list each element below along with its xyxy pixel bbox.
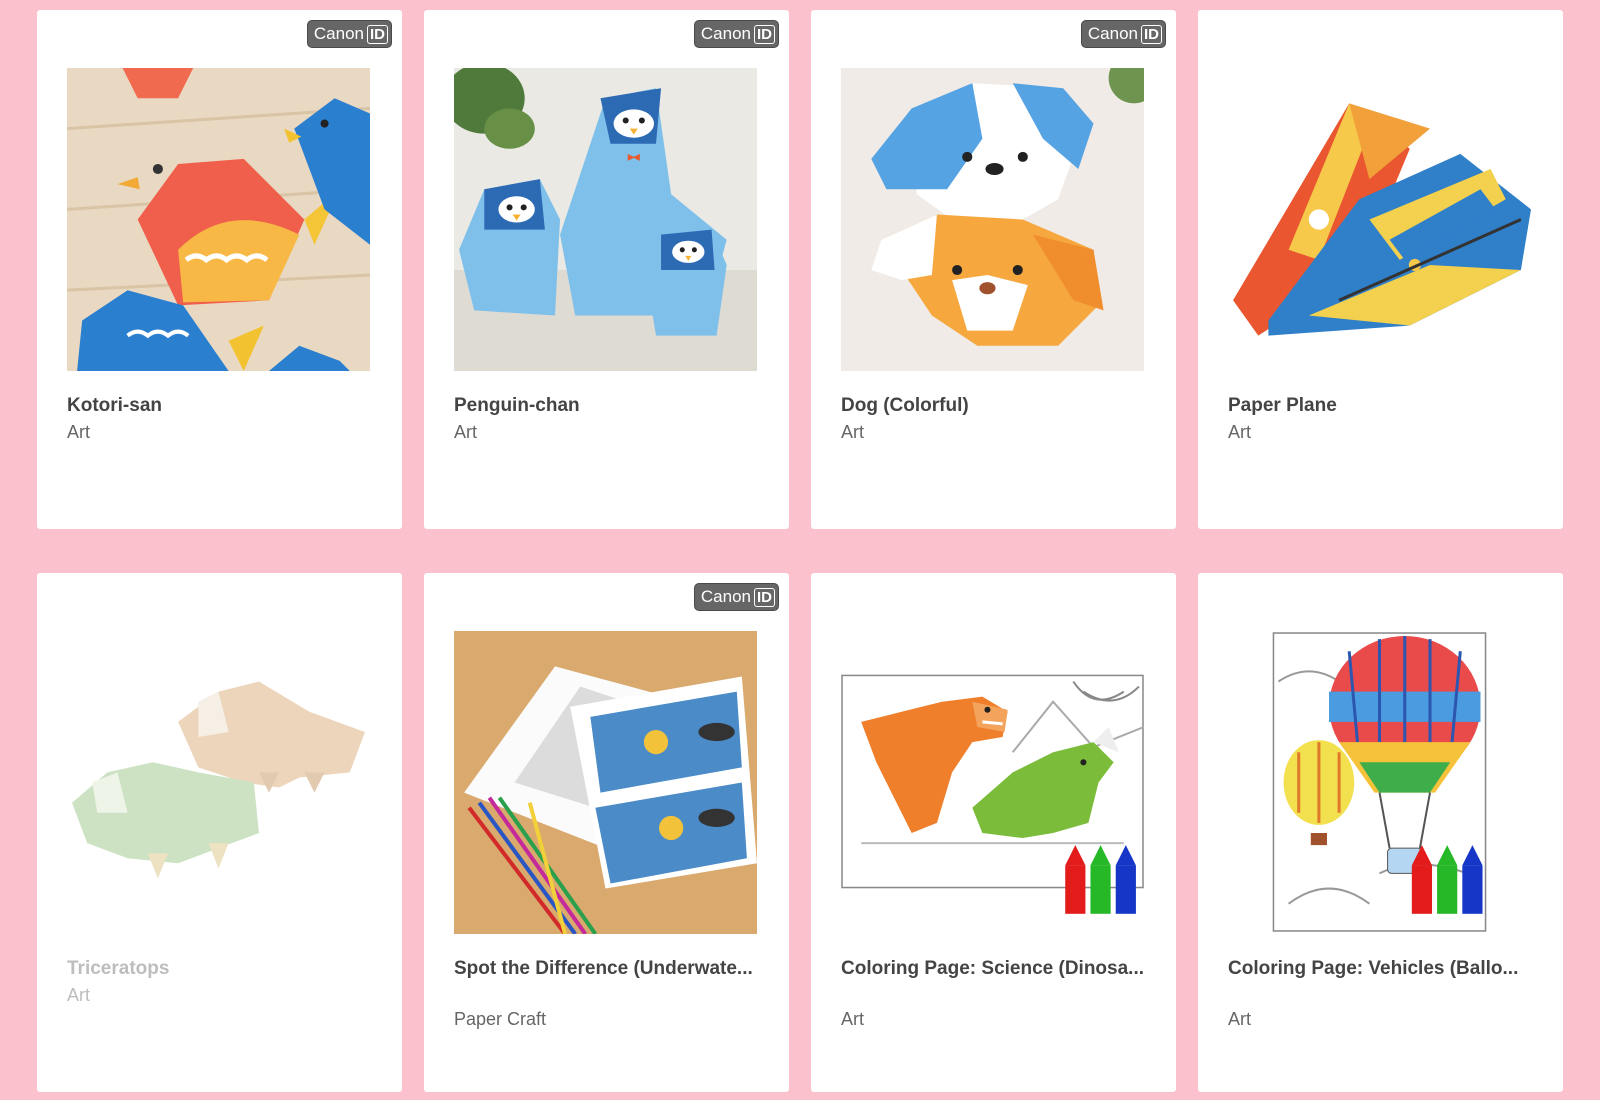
- canon-id-badge: Canon ID: [693, 20, 779, 48]
- card-penguin-chan[interactable]: Canon ID Penguin-chan Art: [424, 10, 789, 529]
- card-title: Triceratops: [67, 958, 170, 979]
- thumbnail-penguins: [454, 68, 757, 371]
- card-kotori-san[interactable]: Canon ID Kotori-san Art: [37, 10, 402, 529]
- thumbnail-balloon-coloring: [1228, 631, 1531, 934]
- card-category: Art: [841, 422, 865, 442]
- thumbnail-birds: [67, 68, 370, 371]
- card-category: Paper Craft: [454, 1009, 547, 1029]
- thumbnail-paper-plane: [1228, 68, 1531, 371]
- canon-id-badge: Canon ID: [1080, 20, 1166, 48]
- card-category: Art: [1228, 422, 1252, 442]
- card-paper-plane[interactable]: Paper Plane Art: [1198, 10, 1563, 529]
- thumbnail-triceratops: [67, 631, 370, 934]
- canon-id-badge: Canon ID: [306, 20, 392, 48]
- card-triceratops[interactable]: Triceratops Art: [37, 573, 402, 1092]
- card-title: Coloring Page: Vehicles (Ballo...: [1228, 958, 1519, 979]
- card-title: Coloring Page: Science (Dinosa...: [841, 958, 1145, 979]
- card-title: Kotori-san: [67, 395, 162, 416]
- content-grid: Canon ID Kotori-san Art Canon ID Penguin…: [37, 10, 1563, 1092]
- card-category: Art: [1228, 1009, 1252, 1029]
- card-coloring-page-vehicles[interactable]: Coloring Page: Vehicles (Ballo... Art: [1198, 573, 1563, 1092]
- card-category: Art: [67, 985, 91, 1005]
- thumbnail-dogs: [841, 68, 1144, 371]
- card-category: Art: [841, 1009, 865, 1029]
- card-coloring-page-science[interactable]: Coloring Page: Science (Dinosa... Art: [811, 573, 1176, 1092]
- card-title: Spot the Difference (Underwate...: [454, 958, 753, 979]
- card-dog-colorful[interactable]: Canon ID Dog (Colorful) Art: [811, 10, 1176, 529]
- card-category: Art: [67, 422, 91, 442]
- card-title: Paper Plane: [1228, 395, 1337, 416]
- card-spot-the-difference[interactable]: Canon ID Spot the Difference (Underwate.…: [424, 573, 789, 1092]
- card-title: Penguin-chan: [454, 395, 580, 416]
- thumbnail-spot-the-difference: [454, 631, 757, 934]
- canon-id-badge: Canon ID: [693, 583, 779, 611]
- thumbnail-dinosaur-coloring: [841, 631, 1144, 934]
- card-title: Dog (Colorful): [841, 395, 969, 416]
- card-category: Art: [454, 422, 478, 442]
